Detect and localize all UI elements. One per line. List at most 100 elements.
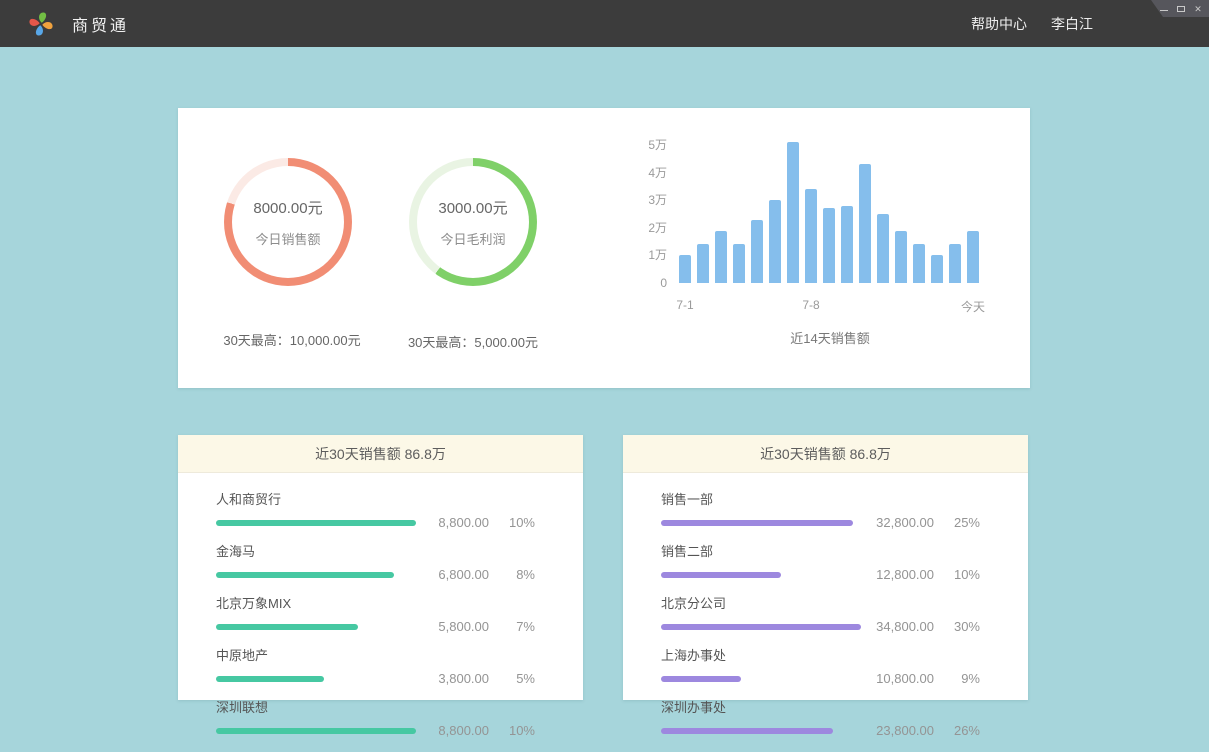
rank-percent: 26% [934,723,980,738]
rank-bar [661,572,781,578]
maximize-icon[interactable] [1176,4,1186,14]
sales-14d-bar-chart: 01万2万3万4万5万 7-17-8今天 近14天销售额 [633,130,1013,345]
rank-amount: 8,800.00 [416,723,489,738]
rank-bar-track [661,676,861,682]
y-axis-tick: 3万 [633,193,667,207]
rank-bar [216,624,358,630]
rank-bar-track [216,624,416,630]
rank-row: 上海办事处 10,800.009% [661,645,980,686]
rank-bar-track [216,728,416,734]
rank-amount: 8,800.00 [416,515,489,530]
rank-row-label: 深圳办事处 [661,697,980,716]
rank-bar [661,520,853,526]
chart-bar [787,142,799,283]
customer-rank-header: 近30天销售额 86.8万 [178,435,583,473]
rank-amount: 6,800.00 [416,567,489,582]
chart-bar [949,244,961,283]
rank-amount: 3,800.00 [416,671,489,686]
rank-bar [216,728,416,734]
rank-amount: 32,800.00 [861,515,934,530]
rank-percent: 8% [489,567,535,582]
rank-row: 销售一部 32,800.0025% [661,489,980,530]
chart-bar [913,244,925,283]
rank-bar [216,676,324,682]
minimize-icon[interactable] [1159,4,1169,14]
rank-bar-track [661,624,861,630]
rank-row: 深圳联想8,800.0010% [216,697,535,738]
brand [26,9,56,39]
rank-row-label: 上海办事处 [661,645,980,664]
department-rank-card: 近30天销售额 86.8万 销售一部 32,800.0025% 销售二部12,800… [623,435,1028,700]
chart-bar [859,164,871,283]
y-axis-tick: 4万 [633,166,667,180]
username-menu[interactable]: 李白江 [1051,14,1093,34]
rank-bar-track [216,520,416,526]
chart-bar [841,206,853,283]
rank-row: 中原地产 3,800.005% [216,645,535,686]
bar-chart-title: 近14天销售额 [679,328,981,347]
chart-bar [715,231,727,283]
chart-bar [751,220,763,283]
app-title: 商贸通 [72,12,129,36]
rank-bar [661,624,861,630]
customer-rank-list: 人和商贸行8,800.0010%金海马6,800.008%北京万象MIX5,80… [178,473,583,738]
y-axis-tick: 0 [633,276,667,290]
rank-bar-track [661,728,861,734]
rank-row: 人和商贸行 8,800.0010% [216,489,535,530]
rank-bar-track [216,676,416,682]
rank-row-label: 北京万象MIX [216,593,535,612]
rank-percent: 25% [934,515,980,530]
today-sales-donut: 8000.00元 今日销售额 [224,158,352,286]
help-center-link[interactable]: 帮助中心 [971,14,1027,34]
donut-hole: 3000.00元 今日毛利润 [417,166,529,278]
rank-row: 销售二部12,800.0010% [661,541,980,582]
titlebar: 商贸通 帮助中心 李白江 ✕ [0,0,1209,47]
rank-percent: 10% [489,515,535,530]
rank-amount: 10,800.00 [861,671,934,686]
chart-bar [733,244,745,283]
chart-bar [823,208,835,283]
department-rank-list: 销售一部 32,800.0025% 销售二部12,800.0010% 北京分公司 34,… [623,473,1028,738]
rank-row: 北京分公司 34,800.0030% [661,593,980,634]
rank-row-label: 销售一部 [661,489,980,508]
rank-percent: 5% [489,671,535,686]
rank-row-label: 中原地产 [216,645,535,664]
rank-row: 金海马6,800.008% [216,541,535,582]
chart-bar [769,200,781,283]
chart-bar [877,214,889,283]
close-icon[interactable]: ✕ [1193,4,1203,14]
rank-row: 深圳办事处 23,800.0026% [661,697,980,738]
rank-bar [216,572,394,578]
chart-bar [805,189,817,283]
rank-percent: 7% [489,619,535,634]
today-profit-value: 3000.00元 [438,197,507,218]
rank-percent: 9% [934,671,980,686]
profit-30d-max: 30天最高：5,000.00元 [363,332,583,351]
rank-bar-track [661,572,861,578]
today-sales-label: 今日销售额 [255,229,320,248]
rank-bar [216,520,416,526]
department-rank-header: 近30天销售额 86.8万 [623,435,1028,473]
rank-amount: 34,800.00 [861,619,934,634]
rank-bar [661,728,833,734]
rank-bar-track [661,520,861,526]
chart-bar [931,255,943,283]
bar-chart-bars [679,142,979,283]
rank-amount: 12,800.00 [861,567,934,582]
rank-row-label: 人和商贸行 [216,489,535,508]
rank-row-label: 北京分公司 [661,593,980,612]
overview-card: 8000.00元 今日销售额 30天最高：10,000.00元 3000.00元… [178,108,1030,388]
rank-row: 北京万象MIX5,800.007% [216,593,535,634]
rank-bar [661,676,741,682]
rank-percent: 10% [489,723,535,738]
chart-bar [679,255,691,283]
chart-bar [697,244,709,283]
today-profit-label: 今日毛利润 [440,229,505,248]
y-axis-tick: 2万 [633,221,667,235]
today-sales-value: 8000.00元 [253,197,322,218]
rank-percent: 30% [934,619,980,634]
rank-amount: 23,800.00 [861,723,934,738]
x-axis-tick: 今天 [961,298,985,315]
chart-bar [895,231,907,283]
chart-bar [967,231,979,283]
